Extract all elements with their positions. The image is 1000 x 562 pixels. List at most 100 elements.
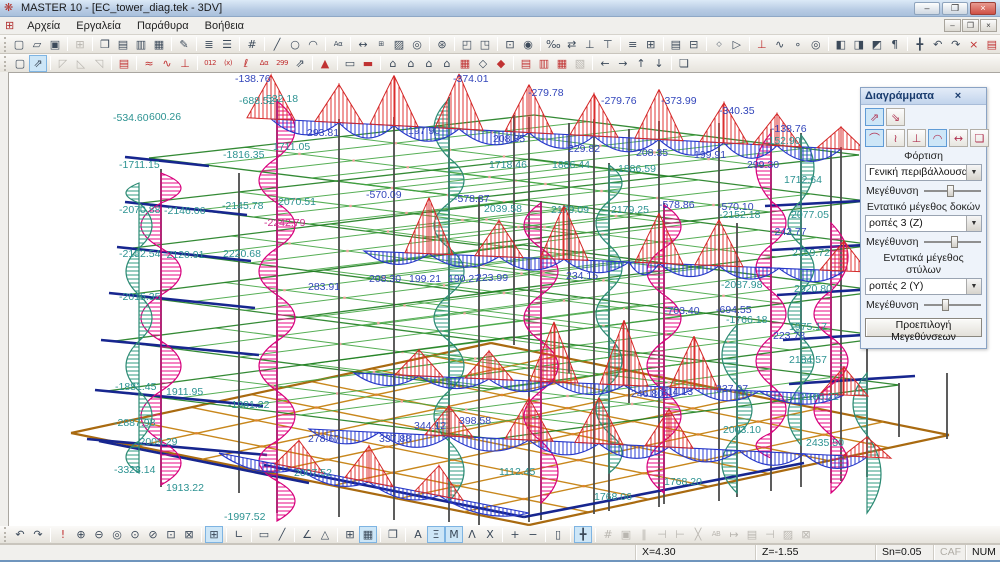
copy-icon[interactable]: ❐ (96, 36, 114, 53)
show-beam-diagrams-icon[interactable]: ⇗ (865, 108, 884, 126)
menu-voitheia[interactable]: Βοήθεια (197, 19, 252, 33)
copy-entities-icon[interactable]: ❐ (384, 526, 402, 543)
rotate-right-icon[interactable]: ↷ (947, 36, 965, 53)
zoom-extents-icon[interactable]: ⊡ (162, 526, 180, 543)
point-add-icon[interactable]: + (506, 526, 524, 543)
column-quantity-select[interactable]: ροπές 2 (Y) ▼ (865, 278, 982, 295)
doc-restore-button[interactable]: ❐ (962, 19, 979, 32)
zoom-previous-icon[interactable]: ⊠ (180, 526, 198, 543)
structure-3d-view[interactable]: -138.76-374.01-279.78-279.76-373.99-340.… (8, 72, 1000, 528)
acrobat-icon[interactable]: ▲ (316, 55, 334, 72)
column-moment-icon[interactable]: ◠ (928, 129, 947, 147)
beam-loads-icon[interactable]: 012 (201, 55, 219, 72)
view-3d-icon[interactable]: ◇ (710, 36, 728, 53)
bill-of-materials-icon[interactable]: ≡ (624, 36, 642, 53)
axis-arrow-icon[interactable]: ↔ (949, 129, 968, 147)
crosshair-icon[interactable]: ╋ (574, 526, 592, 543)
chevron-down-icon[interactable]: ▼ (966, 165, 981, 180)
find-member-icon[interactable]: ◎ (807, 36, 825, 53)
camera-view-icon[interactable]: ◉ (519, 36, 537, 53)
properties-table-icon[interactable]: ⊞ (341, 526, 359, 543)
axial-force-icon[interactable]: ⊥ (176, 55, 194, 72)
menu-archeia[interactable]: Αρχεία (19, 19, 68, 33)
table-view3-icon[interactable]: ▦ (553, 55, 571, 72)
cube-white-icon[interactable]: ◇ (474, 55, 492, 72)
line-icon[interactable]: ╱ (273, 526, 291, 543)
tools-icon[interactable]: ⊛ (433, 36, 451, 53)
print-icon[interactable]: ▤ (114, 36, 132, 53)
import-icon[interactable]: ◰ (458, 36, 476, 53)
batch-print-icon[interactable]: ▤ (667, 36, 685, 53)
pan-right-icon[interactable]: → (614, 55, 632, 72)
color-print-icon[interactable]: ▤ (983, 36, 1000, 53)
letter-m-icon[interactable]: M (445, 526, 463, 543)
letter-x-icon[interactable]: X (481, 526, 499, 543)
close-button[interactable]: × (970, 2, 996, 15)
frame-elevation-icon[interactable]: ◨ (850, 36, 868, 53)
letter-xi-icon[interactable]: Ξ (427, 526, 445, 543)
redo-icon[interactable]: ↷ (29, 526, 47, 543)
axes-triad-icon[interactable]: ⇗ (291, 55, 309, 72)
chevron-down-icon[interactable]: ▼ (966, 216, 981, 231)
column-zoom-slider[interactable] (924, 304, 981, 306)
save-icon[interactable]: ▣ (46, 36, 64, 53)
pan-down-icon[interactable]: ↓ (650, 55, 668, 72)
frame-section-icon[interactable]: ◩ (868, 36, 886, 53)
pan-hand-icon[interactable]: ╋ (911, 36, 929, 53)
new-document-icon[interactable]: ▢ (10, 36, 28, 53)
undo-icon[interactable]: ↶ (11, 526, 29, 543)
grid-icon[interactable]: # (243, 36, 261, 53)
beam-zoom-slider[interactable] (924, 241, 981, 243)
beam-quantity-select[interactable]: ροπές 3 (Z) ▼ (865, 215, 982, 232)
minimize-button[interactable]: – (914, 2, 940, 15)
zoom-out-icon[interactable]: ⊖ (90, 526, 108, 543)
diagrams-panel-titlebar[interactable]: Διαγράμματα × (861, 88, 986, 105)
panel-close-icon[interactable]: × (934, 90, 982, 102)
section-icon[interactable]: ⊟ (685, 36, 703, 53)
protractor-icon[interactable]: △ (316, 526, 334, 543)
select-window-icon[interactable]: ▢ (11, 55, 29, 72)
moment-label-icon[interactable]: ℓ (237, 55, 255, 72)
print-preview-icon[interactable]: ▥ (132, 36, 150, 53)
angle-snap-icon[interactable]: ∠ (298, 526, 316, 543)
delete-icon[interactable]: × (965, 36, 983, 53)
numbering-icon[interactable]: 299 (273, 55, 291, 72)
pick-entity-icon[interactable]: ◎ (408, 36, 426, 53)
building-top-icon[interactable]: ⌂ (420, 55, 438, 72)
supports-icon[interactable]: ⊥ (753, 36, 771, 53)
render-icon[interactable]: ▷ (728, 36, 746, 53)
export-icon[interactable]: ◳ (476, 36, 494, 53)
open-view-icon[interactable]: ❏ (675, 55, 693, 72)
wire-box-icon[interactable]: ▭ (341, 55, 359, 72)
doc-minimize-button[interactable]: – (944, 19, 961, 32)
table-red-icon[interactable]: ▦ (456, 55, 474, 72)
pan-left-icon[interactable]: ← (596, 55, 614, 72)
zoom-window-icon[interactable]: ◎ (108, 526, 126, 543)
hatch-icon[interactable]: ▨ (390, 36, 408, 53)
pencil-edit-icon[interactable]: ✎ (175, 36, 193, 53)
shear-diagram-icon[interactable]: ≀ (886, 129, 905, 147)
slider-thumb[interactable] (942, 299, 949, 311)
table-view2-icon[interactable]: ▥ (535, 55, 553, 72)
measure-icon[interactable]: ▭ (255, 526, 273, 543)
frame-plan-icon[interactable]: ◧ (832, 36, 850, 53)
open-file-icon[interactable]: ▱ (28, 36, 46, 53)
release-hinge-icon[interactable]: ∘ (789, 36, 807, 53)
circle-tool-icon[interactable]: ○ (286, 36, 304, 53)
maximize-button[interactable]: ❐ (942, 2, 968, 15)
export-diagram-icon[interactable]: ❏ (970, 129, 989, 147)
calculator-icon[interactable]: ⊞ (642, 36, 660, 53)
delta-label-icon[interactable]: Δα (255, 55, 273, 72)
mouse-settings-icon[interactable]: ▯ (549, 526, 567, 543)
show-column-diagrams-icon[interactable]: ⇘ (886, 108, 905, 126)
swap-axes-icon[interactable]: ⇄ (563, 36, 581, 53)
text-tool-icon[interactable]: Aα (329, 36, 347, 53)
table-view1-icon[interactable]: ▤ (517, 55, 535, 72)
letter-lambda-icon[interactable]: Λ (463, 526, 481, 543)
drop-node-icon[interactable]: ⊥ (581, 36, 599, 53)
beam-loads2-icon[interactable]: (x) (219, 55, 237, 72)
building-front-icon[interactable]: ⌂ (384, 55, 402, 72)
data-table-icon[interactable]: ▦ (359, 526, 377, 543)
percent-icon[interactable]: ‰ (544, 36, 563, 53)
zoom-in-icon[interactable]: ⊕ (72, 526, 90, 543)
